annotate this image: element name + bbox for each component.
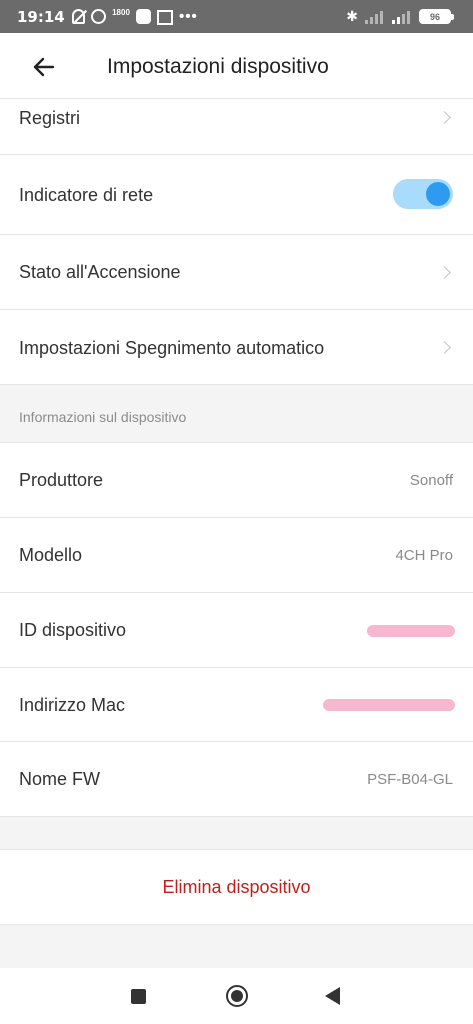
- redacted-value: [367, 625, 455, 637]
- row-value: PSF-B04-GL: [367, 771, 453, 788]
- alarm-icon: [91, 9, 106, 24]
- row-indirizzo-mac: Indirizzo Mac: [0, 668, 473, 742]
- row-value: Sonoff: [409, 472, 453, 489]
- row-label: Impostazioni Spegnimento automatico: [19, 338, 325, 358]
- back-triangle-icon[interactable]: [325, 987, 340, 1005]
- redacted-value: [323, 699, 455, 711]
- row-label: Registri: [19, 108, 81, 128]
- chevron-right-icon: [438, 266, 451, 279]
- delete-device-button[interactable]: Elimina dispositivo: [0, 849, 473, 925]
- arrow-left-icon: [33, 57, 55, 77]
- section-title: Informazioni sul dispositivo: [19, 409, 187, 425]
- spacer: [0, 817, 473, 849]
- chevron-right-icon: [438, 111, 451, 124]
- signal-icon-1: [365, 10, 385, 24]
- row-label: Indirizzo Mac: [19, 695, 126, 715]
- status-icons-left: 1800 •••: [72, 8, 198, 25]
- recents-icon[interactable]: [131, 989, 146, 1004]
- bell-off-icon: [72, 9, 85, 24]
- delete-label: Elimina dispositivo: [162, 877, 311, 897]
- row-indicatore-rete: Indicatore di rete: [0, 155, 473, 235]
- app-header: Impostazioni dispositivo: [0, 33, 473, 99]
- more-notifications-icon: •••: [179, 8, 198, 25]
- bottom-spacer: [0, 925, 473, 969]
- row-stato-accensione[interactable]: Stato all'Accensione: [0, 235, 473, 310]
- app-notification-icon: [136, 9, 151, 24]
- mail-icon: [157, 9, 173, 25]
- row-spegnimento-automatico[interactable]: Impostazioni Spegnimento automatico: [0, 310, 473, 385]
- status-bar: 19:14 1800 ••• ✱ 96: [0, 0, 473, 33]
- row-label: ID dispositivo: [19, 620, 127, 640]
- row-label: Stato all'Accensione: [19, 262, 181, 282]
- signal-icon-2: [392, 10, 412, 24]
- network-badge: 1800: [112, 8, 130, 17]
- home-icon[interactable]: [226, 985, 248, 1007]
- toggle-knob: [426, 182, 450, 206]
- row-label: Indicatore di rete: [19, 185, 154, 205]
- section-header-info: Informazioni sul dispositivo: [0, 385, 473, 443]
- settings-list: Registri Indicatore di rete Stato all'Ac…: [0, 99, 473, 969]
- row-registri[interactable]: Registri: [0, 99, 473, 155]
- system-navigation-bar: [0, 968, 473, 1024]
- back-button[interactable]: [30, 53, 58, 81]
- row-produttore: Produttore Sonoff: [0, 443, 473, 518]
- status-icons-right: ✱ 96: [346, 8, 454, 25]
- battery-icon: 96: [419, 9, 454, 24]
- row-label: Nome FW: [19, 769, 100, 789]
- row-modello: Modello 4CH Pro: [0, 518, 473, 593]
- bluetooth-icon: ✱: [346, 8, 358, 24]
- row-id-dispositivo: ID dispositivo: [0, 593, 473, 668]
- chevron-right-icon: [438, 341, 451, 354]
- network-indicator-toggle[interactable]: [393, 179, 453, 209]
- row-nome-fw: Nome FW PSF-B04-GL: [0, 742, 473, 817]
- status-time: 19:14: [17, 8, 65, 26]
- row-label: Produttore: [19, 470, 104, 490]
- row-value: 4CH Pro: [395, 547, 453, 564]
- row-label: Modello: [19, 545, 83, 565]
- page-title: Impostazioni dispositivo: [107, 55, 329, 78]
